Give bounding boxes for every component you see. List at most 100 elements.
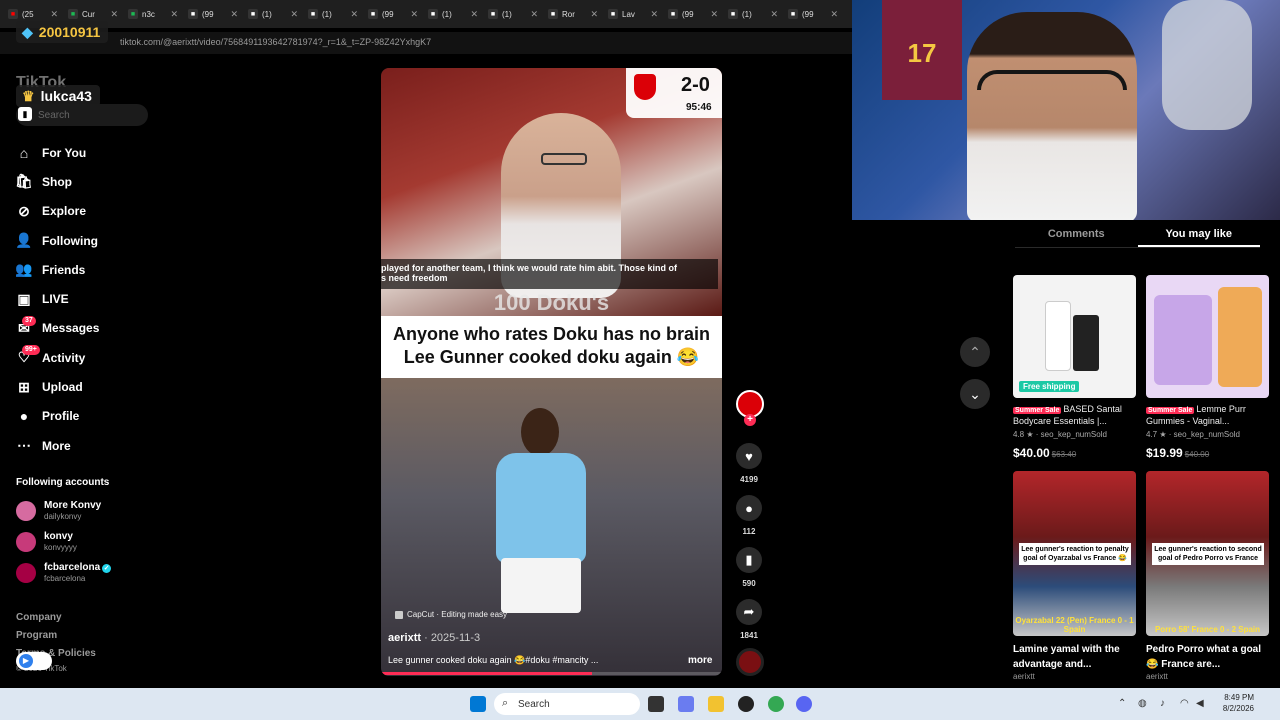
share-action[interactable]: ➦ 1841 (734, 599, 764, 640)
comment-action[interactable]: ● 112 (734, 495, 764, 536)
wifi-icon[interactable]: ◠ (1180, 698, 1189, 709)
close-tab-icon[interactable]: ✕ (470, 9, 478, 20)
chrome-icon[interactable] (768, 696, 784, 712)
sidebar-item-more[interactable]: ⋯ More (16, 431, 196, 460)
following-account[interactable]: konvy konvyyyy (16, 528, 166, 556)
sidebar-item-messages[interactable]: ✉ 37 Messages (16, 314, 196, 343)
sidebar-item-following[interactable]: 👤 Following (15, 226, 196, 255)
browser-tab[interactable]: ■ (1) ✕ (304, 3, 362, 25)
video-thumbnail[interactable]: Lee gunner's reaction to second goal of … (1146, 471, 1269, 636)
footer-program[interactable]: Program (16, 630, 57, 641)
browser-tab[interactable]: ■ (99 ✕ (784, 3, 842, 25)
browser-tab[interactable]: ■ n3c ✕ (124, 3, 182, 25)
close-tab-icon[interactable]: ✕ (590, 9, 598, 20)
chevron-up-tray-icon[interactable]: ⌃ (1118, 698, 1126, 709)
product-image[interactable] (1146, 275, 1269, 398)
video-player[interactable]: 2-0 95:46 played for another team, I thi… (381, 68, 722, 676)
close-tab-icon[interactable]: ✕ (230, 9, 238, 20)
more-link[interactable]: more (688, 655, 712, 666)
browser-tab-label: (1) (442, 9, 452, 19)
browser-tab[interactable]: ■ (1) ✕ (424, 3, 482, 25)
share-icon[interactable]: ➦ (736, 599, 762, 625)
avatar[interactable] (16, 501, 36, 521)
search-input[interactable]: ▮ Search (16, 104, 148, 126)
obs-icon[interactable] (738, 696, 754, 712)
heart-icon[interactable]: ♥ (736, 443, 762, 469)
author-name[interactable]: aerixtt (388, 632, 421, 644)
close-tab-icon[interactable]: ✕ (410, 9, 418, 20)
network-icon[interactable]: ◍ (1138, 698, 1147, 709)
avatar[interactable] (16, 563, 36, 583)
avatar[interactable] (16, 532, 36, 552)
capcut-watermark[interactable]: CapCut · Editing made easy (395, 610, 507, 619)
browser-tab[interactable]: ■ (1) ✕ (724, 3, 782, 25)
video-thumbnail[interactable]: Lee gunner's reaction to penalty goal of… (1013, 471, 1136, 636)
sidebar-item-upload[interactable]: ⊞ Upload (16, 372, 196, 401)
recommended-video-author[interactable]: aerixtt (1013, 672, 1136, 681)
recommended-video-card[interactable]: Lee gunner's reaction to second goal of … (1146, 471, 1269, 681)
copilot-icon[interactable] (678, 696, 694, 712)
browser-tab[interactable]: ■ Ror ✕ (544, 3, 602, 25)
close-tab-icon[interactable]: ✕ (290, 9, 298, 20)
next-video-button[interactable]: ⌄ (960, 379, 990, 409)
close-tab-icon[interactable]: ✕ (650, 9, 658, 20)
microphone-icon[interactable]: ♪ (1160, 698, 1165, 709)
sidebar-item-shop[interactable]: 🛍 Shop (15, 167, 196, 196)
follow-plus-icon[interactable]: + (744, 414, 756, 426)
sidebar-item-explore[interactable]: ⊘ Explore (16, 197, 196, 226)
taskbar-clock[interactable]: 8:49 PM 8/2/2026 (1210, 692, 1254, 714)
following-account[interactable]: fcbarcelona ✓ fcbarcelona (16, 559, 166, 587)
task-view-icon[interactable] (648, 696, 664, 712)
comment-icon[interactable]: ● (736, 495, 762, 521)
browser-tab[interactable]: ■ (99 ✕ (364, 3, 422, 25)
sidebar-item-label: Activity (42, 350, 86, 365)
sidebar-item-label: LIVE (42, 292, 69, 307)
close-tab-icon[interactable]: ✕ (50, 9, 58, 20)
bookmark-icon[interactable]: ▮ (736, 547, 762, 573)
browser-tab[interactable]: ■ (99 ✕ (184, 3, 242, 25)
taskbar-search[interactable]: ⌕ Search (494, 693, 640, 715)
sidebar-item-profile[interactable]: ● Profile (16, 402, 196, 431)
discord-icon[interactable] (796, 696, 812, 712)
address-bar[interactable]: tiktok.com/@aerixtt/video/75684911936427… (0, 32, 852, 54)
browser-tab[interactable]: ■ (99 ✕ (664, 3, 722, 25)
mini-player-pill[interactable]: ▶ (16, 652, 52, 670)
save-action[interactable]: ▮ 590 (734, 547, 764, 588)
sidebar-item-live[interactable]: ▣ LIVE (16, 284, 196, 313)
sidebar-item-for-you[interactable]: ⌂ For You (16, 138, 196, 167)
close-tab-icon[interactable]: ✕ (170, 9, 178, 20)
sidebar-item-friends[interactable]: 👥 Friends (15, 255, 196, 284)
close-tab-icon[interactable]: ✕ (770, 9, 778, 20)
sale-badge: Summer Sale (1013, 407, 1062, 414)
close-tab-icon[interactable]: ✕ (110, 9, 118, 20)
tab-comments[interactable]: Comments (1015, 226, 1138, 247)
music-disc-icon[interactable] (736, 648, 764, 676)
close-tab-icon[interactable]: ✕ (710, 9, 718, 20)
browser-tab[interactable]: ■ (1) ✕ (244, 3, 302, 25)
recommended-video-card[interactable]: Lee gunner's reaction to penalty goal of… (1013, 471, 1136, 681)
close-tab-icon[interactable]: ✕ (830, 9, 838, 20)
progress-bar[interactable] (381, 672, 722, 675)
windows-start-icon[interactable] (470, 696, 486, 712)
recommended-video-author[interactable]: aerixtt (1146, 672, 1269, 681)
browser-tab[interactable]: ■ (1) ✕ (484, 3, 542, 25)
like-action[interactable]: ♥ 4199 (734, 443, 764, 484)
product-card[interactable]: Free shipping Summer Sale BASED Santal Bo… (1013, 275, 1136, 460)
speaker-icon[interactable]: ◀ (1196, 698, 1204, 709)
sidebar-item-label: More (42, 438, 71, 453)
address-url[interactable]: tiktok.com/@aerixtt/video/75684911936427… (120, 37, 431, 47)
product-image[interactable]: Free shipping (1013, 275, 1136, 398)
previous-video-button[interactable]: ⌃ (960, 337, 990, 367)
footer-company[interactable]: Company (16, 612, 62, 623)
product-card[interactable]: Summer Sale Lemme Purr Gummies - Vaginal.… (1146, 275, 1269, 460)
browser-tab[interactable]: ■ Lav ✕ (604, 3, 662, 25)
video-author[interactable]: aerixtt · 2025-11-3 (388, 632, 480, 644)
file-explorer-icon[interactable] (708, 696, 724, 712)
capcut-label: CapCut · Editing made easy (407, 610, 508, 619)
following-account[interactable]: More Konvy dailykonvy (16, 497, 166, 525)
box-shape (1073, 315, 1099, 371)
close-tab-icon[interactable]: ✕ (350, 9, 358, 20)
tab-you-may-like[interactable]: You may like (1137, 226, 1260, 247)
sidebar-item-activity[interactable]: ♡ 99+ Activity (16, 343, 196, 372)
close-tab-icon[interactable]: ✕ (530, 9, 538, 20)
